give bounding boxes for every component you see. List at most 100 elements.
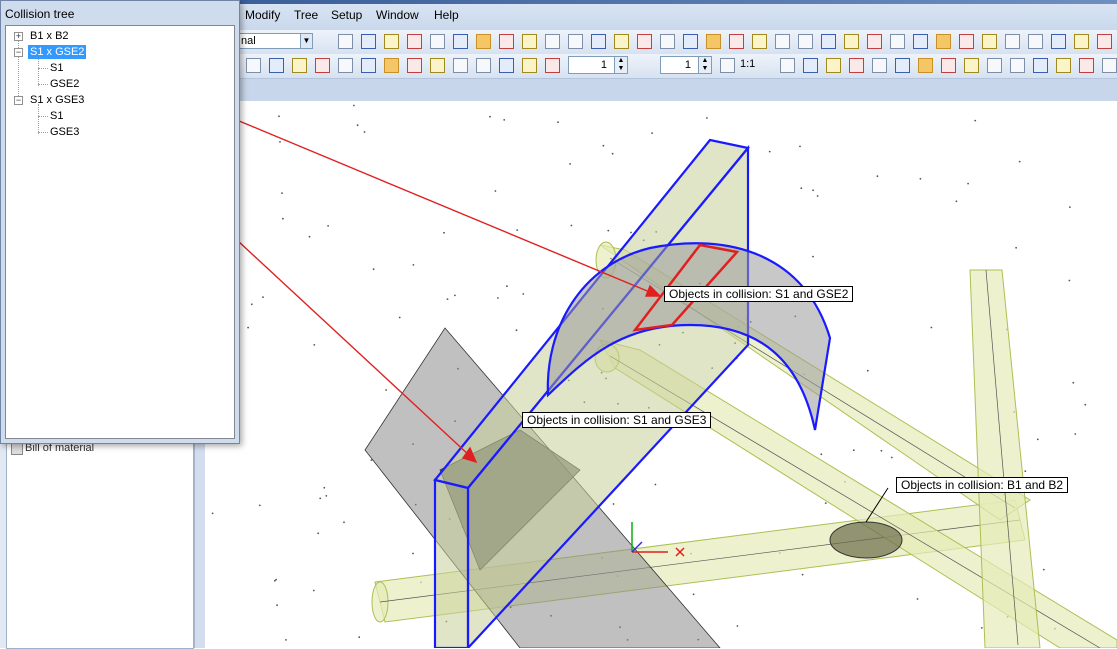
toolbar-button[interactable] [872, 58, 887, 73]
grid-dot [412, 552, 414, 555]
toolbar-button[interactable] [775, 34, 790, 49]
menu-help[interactable]: Help [434, 8, 459, 22]
tree-leaf-s1[interactable]: S1 [50, 109, 63, 123]
toolbar-button[interactable] [522, 34, 537, 49]
toolbar-button[interactable] [269, 58, 284, 73]
toolbar-button[interactable] [1033, 58, 1048, 73]
toolbar-button[interactable] [1079, 58, 1094, 73]
panel-scrollbar[interactable] [194, 440, 205, 648]
toolbar-button[interactable] [499, 34, 514, 49]
toolbar-button[interactable] [614, 34, 629, 49]
toolbar-button[interactable] [361, 58, 376, 73]
toolbar-button[interactable] [729, 34, 744, 49]
spin-arrows-icon[interactable]: ▲ ▼ [698, 56, 712, 74]
toolbar-button[interactable] [1005, 34, 1020, 49]
grid-dot [372, 268, 375, 271]
toolbar-button[interactable] [890, 34, 905, 49]
grid-dot [930, 326, 933, 329]
grid-dot [515, 329, 518, 332]
grid-dot [281, 192, 283, 195]
toolbar-button[interactable] [918, 58, 933, 73]
toolbar-button[interactable] [895, 58, 910, 73]
tree-node-b1-b2[interactable]: B1 x B2 [30, 29, 69, 43]
toolbar-button[interactable] [959, 34, 974, 49]
toolbar-button[interactable] [803, 58, 818, 73]
toolbar-button[interactable] [591, 34, 606, 49]
toolbar-button[interactable] [522, 58, 537, 73]
grid-dot [282, 217, 284, 220]
toolbar-button[interactable] [982, 34, 997, 49]
toolbar-button[interactable] [384, 58, 399, 73]
toolbar-button[interactable] [826, 58, 841, 73]
toolbar-button[interactable] [913, 34, 928, 49]
grid-dot [446, 298, 449, 300]
combo-dropdown-icon[interactable]: ▼ [300, 33, 313, 49]
collision-tree-dialog[interactable]: Collision tree + B1 x B2 − S1 x GSE2 S1 … [0, 0, 240, 444]
toolbar-button[interactable] [720, 58, 735, 73]
spin-arrows-icon[interactable]: ▲ ▼ [614, 56, 628, 74]
toolbar-button[interactable] [936, 34, 951, 49]
toolbar-button[interactable] [706, 34, 721, 49]
toolbar-button[interactable] [338, 34, 353, 49]
toolbar-button[interactable] [545, 34, 560, 49]
toolbar-button[interactable] [1028, 34, 1043, 49]
toolbar-button[interactable] [338, 58, 353, 73]
grid-dot [890, 456, 893, 459]
toolbar-button[interactable] [315, 58, 330, 73]
toolbar-button[interactable] [964, 58, 979, 73]
grid-dot [278, 115, 280, 118]
toolbar-button[interactable] [430, 34, 445, 49]
collision-b1-b2 [829, 521, 903, 559]
collision-tree[interactable]: + B1 x B2 − S1 x GSE2 S1 GSE2 − S1 x GSE… [5, 25, 235, 439]
toolbar-button[interactable] [430, 58, 445, 73]
toolbar-button[interactable] [987, 58, 1002, 73]
grid-dot [343, 521, 345, 524]
grid-dot [611, 152, 614, 155]
toolbar-button[interactable] [1102, 58, 1117, 73]
tree-node-s1-gse3[interactable]: S1 x GSE3 [30, 93, 84, 107]
toolbar-button[interactable] [499, 58, 514, 73]
toolbar-button[interactable] [361, 34, 376, 49]
expand-plus-icon[interactable]: + [14, 32, 23, 41]
tree-leaf-s1[interactable]: S1 [50, 61, 63, 75]
toolbar-button[interactable] [752, 34, 767, 49]
tree-leaf-gse3[interactable]: GSE3 [50, 125, 79, 139]
toolbar-button[interactable] [867, 34, 882, 49]
toolbar-button[interactable] [545, 58, 560, 73]
toolbar-button[interactable] [798, 34, 813, 49]
toolbar-button[interactable] [941, 58, 956, 73]
toolbar-button[interactable] [453, 58, 468, 73]
menu-window[interactable]: Window [376, 8, 419, 22]
toolbar-button[interactable] [1097, 34, 1112, 49]
grid-dot [250, 303, 253, 306]
toolbar-button[interactable] [246, 58, 261, 73]
toolbar-button[interactable] [821, 34, 836, 49]
toolbar-button[interactable] [780, 58, 795, 73]
menu-tree[interactable]: Tree [294, 8, 318, 22]
toolbar-button[interactable] [637, 34, 652, 49]
menu-setup[interactable]: Setup [331, 8, 362, 22]
toolbar-button[interactable] [844, 34, 859, 49]
toolbar-button[interactable] [683, 34, 698, 49]
toolbar-button[interactable] [292, 58, 307, 73]
toolbar-button[interactable] [407, 58, 422, 73]
toolbar-button[interactable] [407, 34, 422, 49]
menu-modify[interactable]: Modify [245, 8, 280, 22]
toolbar-button[interactable] [476, 34, 491, 49]
tree-leaf-gse2[interactable]: GSE2 [50, 77, 79, 91]
3d-viewport[interactable] [205, 101, 1117, 648]
toolbar-button[interactable] [1010, 58, 1025, 73]
collapse-minus-icon[interactable]: − [14, 96, 23, 105]
tree-node-s1-gse2[interactable]: S1 x GSE2 [28, 45, 87, 59]
toolbar-button[interactable] [660, 34, 675, 49]
toolbar-button[interactable] [476, 58, 491, 73]
toolbar-button[interactable] [453, 34, 468, 49]
toolbar-button[interactable] [568, 34, 583, 49]
toolbar-button[interactable] [384, 34, 399, 49]
grid-dot [692, 593, 695, 596]
toolbar-button[interactable] [1051, 34, 1066, 49]
toolbar-button[interactable] [1056, 58, 1071, 73]
collapse-minus-icon[interactable]: − [14, 48, 23, 57]
toolbar-button[interactable] [849, 58, 864, 73]
toolbar-button[interactable] [1074, 34, 1089, 49]
